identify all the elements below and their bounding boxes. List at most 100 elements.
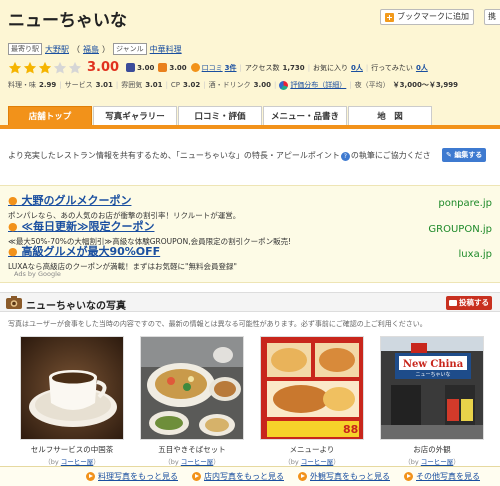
photo-by: （by コーヒー屋） [20, 456, 124, 466]
question-icon: ? [340, 152, 350, 161]
photo-exterior[interactable]: New China ニューちゃいな [380, 336, 484, 440]
bullet-icon: ● [8, 245, 18, 258]
photo-tea[interactable] [20, 336, 124, 440]
tab-top[interactable]: 店舗トップ [8, 106, 92, 126]
by-prefix: （by [404, 458, 419, 466]
genre-tag: ジャンル [113, 43, 147, 55]
by-suffix: ） [453, 458, 460, 466]
score-label: 酒・ドリンク [208, 81, 251, 89]
photo-author[interactable]: コーヒー屋 [61, 458, 94, 466]
ad-url[interactable]: ponpare.jp [438, 198, 492, 209]
reviews-link[interactable]: 口コミ [202, 63, 223, 73]
more-interior-photos[interactable]: 店内写真をもっと見る [192, 471, 284, 482]
bookmark-label: ブックマークに追加 [397, 12, 469, 21]
bookmark-button[interactable]: ブックマークに追加 [380, 9, 474, 25]
separator: | [165, 81, 168, 89]
ad-url[interactable]: luxa.jp [459, 249, 492, 260]
edit-button[interactable]: ✎ 編集する [442, 148, 487, 162]
photo-yakisoba[interactable] [140, 336, 244, 440]
by-prefix: （by [164, 458, 179, 466]
photo-caption: メニューより [289, 445, 335, 454]
want-label: 行ってみたい [371, 63, 413, 72]
more-other-photos[interactable]: その他写真を見る [404, 471, 480, 482]
score-value: 3.01 [95, 81, 113, 89]
ads-by-google[interactable]: Ads by Google [14, 270, 61, 278]
star-filled-icon [23, 61, 37, 74]
price-value: ￥3,000〜￥3,999 [392, 81, 458, 89]
separator: | [115, 81, 119, 89]
want-value[interactable]: 0人 [416, 63, 428, 73]
more-link-label[interactable]: 店内写真をもっと見る [204, 471, 284, 482]
more-food-photos[interactable]: 料理写真をもっと見る [86, 471, 178, 482]
restaurant-header: ニューちゃいな ブックマークに追加 携 最寄り駅 大野駅 （ 福島 ） ジャンル… [0, 0, 500, 128]
fav-value[interactable]: 0人 [351, 63, 363, 73]
prefecture-link[interactable]: 福島 [83, 44, 99, 55]
photo-author[interactable]: コーヒー屋 [421, 458, 454, 466]
plus-icon [385, 12, 394, 22]
more-link-label[interactable]: その他写真を見る [416, 471, 480, 482]
ad-title[interactable]: ● 高級グルメが最大90%OFF [8, 243, 237, 259]
menu-price-text: 880 [343, 423, 364, 436]
mobile-button[interactable]: 携 [484, 9, 500, 25]
meta-row: 最寄り駅 大野駅 （ 福島 ） ジャンル 中華料理 [8, 43, 182, 55]
arrow-circle-icon [298, 472, 307, 481]
ad-block: ● 大野のグルメクーポン ポンパレなら、あの人気のお店が衝撃の割引率！リクルート… [0, 185, 500, 283]
lunch-score: 3.00 [169, 63, 187, 72]
ad-url[interactable]: GROUPON.jp [428, 224, 492, 235]
distribution-link[interactable]: 評価分布（詳細） [290, 80, 346, 90]
ad-item[interactable]: ● 高級グルメが最大90%OFF LUXAなら高級店のクーポンが満載！まずはお気… [8, 243, 237, 272]
tab-bar: 店舗トップ 写真ギャラリー 口コミ・評価 メニュー・品書き 地 図 [8, 106, 433, 126]
arrow-circle-icon [86, 472, 95, 481]
info-text-after: の執筆にご協力くださ [350, 151, 431, 160]
ad-title[interactable]: ● ≪毎日更新≫限定クーポン [8, 218, 291, 234]
ad-item[interactable]: ● 大野のグルメクーポン ポンパレなら、あの人気のお店が衝撃の割引率！リクルート… [8, 192, 240, 221]
score-value: 3.00 [253, 81, 271, 89]
star-filled-icon [38, 61, 52, 74]
dinner-score: 3.00 [137, 63, 155, 72]
ad-title-text[interactable]: 高級グルメが最大90%OFF [21, 245, 160, 258]
photo-author[interactable]: コーヒー屋 [301, 458, 334, 466]
tab-map[interactable]: 地 図 [348, 106, 432, 126]
info-text-before: より充実したレストラン情報を共有するため、「ニューちゃいな」の特長・アピールポイ… [8, 151, 340, 160]
photo-author[interactable]: コーヒー屋 [181, 458, 214, 466]
star-empty-icon [68, 61, 82, 74]
reviews-count[interactable]: 3件 [225, 63, 237, 73]
edit-label: 編集する [454, 151, 483, 159]
more-exterior-photos[interactable]: 外観写真をもっと見る [298, 471, 390, 482]
genre-link[interactable]: 中華料理 [150, 44, 182, 55]
store-sign-sub: ニューちゃいな [415, 371, 450, 378]
by-suffix: ） [333, 458, 340, 466]
by-prefix: （by [284, 458, 299, 466]
photo-note: 写真はユーザーが食事をした当時の内容ですので、最新の情報とは異なる可能性がありま… [8, 320, 427, 328]
ad-title[interactable]: ● 大野のグルメクーポン [8, 192, 240, 208]
more-link-label[interactable]: 料理写真をもっと見る [98, 471, 178, 482]
sun-icon [158, 63, 168, 72]
tab-gallery[interactable]: 写真ギャラリー [93, 106, 177, 126]
photo-menu[interactable]: 880 [260, 336, 364, 440]
overall-score: 3.00 [87, 60, 120, 75]
ad-title-text[interactable]: 大野のグルメクーポン [21, 194, 131, 207]
tab-menu[interactable]: メニュー・品書き [263, 106, 347, 126]
photo-caption: 五目やきそばセット [158, 445, 226, 454]
score-breakdown: 料理・味 2.99 | サービス 3.01 | 雰囲気 3.01 | CP 3.02 |… [8, 80, 458, 90]
more-link-label[interactable]: 外観写真をもっと見る [310, 471, 390, 482]
info-text: より充実したレストラン情報を共有するため、「ニューちゃいな」の特長・アピールポイ… [8, 150, 431, 161]
separator: | [273, 81, 277, 89]
pie-chart-icon [279, 80, 289, 90]
photo-by: （by コーヒー屋） [140, 456, 244, 466]
tab-reviews[interactable]: 口コミ・評価 [178, 106, 262, 126]
score-label: 料理・味 [8, 81, 36, 89]
photo-by: （by コーヒー屋） [260, 456, 364, 466]
post-photo-button[interactable]: 投稿する [446, 296, 492, 310]
separator: | [239, 63, 242, 72]
station-link[interactable]: 大野駅 [45, 44, 69, 55]
by-prefix: （by [44, 458, 59, 466]
separator: | [203, 81, 206, 89]
pencil-icon: ✎ [446, 151, 452, 159]
price-label: 夜（平均） [354, 81, 390, 89]
ad-title-text[interactable]: ≪毎日更新≫限定クーポン [21, 220, 154, 233]
fav-label: お気に入り [313, 63, 349, 72]
bullet-icon: ● [8, 220, 18, 233]
tab-underline [0, 125, 500, 129]
more-photos-bar: 料理写真をもっと見る 店内写真をもっと見る 外観写真をもっと見る その他写真を見… [0, 466, 500, 486]
